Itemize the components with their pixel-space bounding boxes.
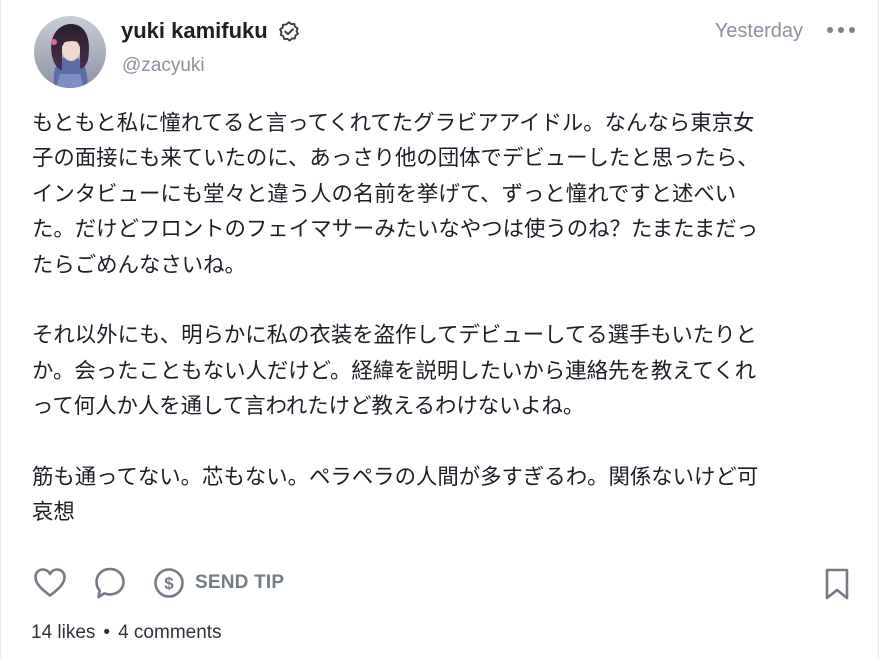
like-button[interactable]: [33, 567, 67, 599]
bookmark-icon: [825, 568, 849, 600]
author-handle[interactable]: @zacyuki: [122, 54, 205, 78]
post-text-line: 哀想: [32, 500, 75, 526]
verified-badge-icon: [279, 21, 299, 42]
comment-bubble-icon: [95, 567, 125, 599]
svg-text:$: $: [164, 574, 174, 593]
post-text-line: もともと私に憧れてると言ってくれてたグラビアアイドル。なんなら東京女: [32, 111, 755, 136]
heart-icon: [34, 568, 66, 597]
post-text-line: 子の面接にも来ていたのに、あっさり他の団体でデビューしたと思ったら、: [32, 146, 759, 172]
avatar[interactable]: [34, 16, 106, 88]
post-timestamp: Yesterday: [714, 20, 803, 42]
more-dots-icon[interactable]: [825, 23, 857, 37]
post-paragraph: もともと私に憧れてると言ってくれてたグラビアアイドル。なんなら東京女 子の面接に…: [32, 106, 862, 283]
post-paragraph: それ以外にも、明らかに私の衣装を盗作してデビューしてる選手もいたりと か。会った…: [32, 318, 862, 424]
post-text-line: た。だけどフロントのフェイマサーみたいなやつは使うのね？たまたまだっ: [32, 217, 758, 243]
stats-separator: •: [103, 622, 111, 643]
comment-button[interactable]: [93, 566, 127, 600]
post-text-line: 筋も通ってない。芯もない。ペラペラの人間が多すぎるわ。関係ないけど可: [32, 465, 759, 491]
post-text-line: か。会ったこともない人だけど。経緯を説明したいから連絡先を教えてくれ: [32, 358, 757, 384]
post-text-line: って何人か人を通して言われたけど教えるわけないよね。: [32, 394, 585, 420]
post-stats: 14 likes • 4 comments: [31, 621, 222, 645]
author-name[interactable]: yuki kamifuku: [121, 17, 268, 45]
post-text-line: たらごめんなさいね。: [32, 252, 246, 278]
bookmark-button[interactable]: [823, 567, 851, 601]
post-text-line: それ以外にも、明らかに私の衣装を盗作してデビューしてる選手もいたりと: [32, 323, 757, 349]
send-tip-button[interactable]: $ SEND TIP: [153, 565, 284, 601]
post-text-line: インタビューにも堂々と違う人の名前を挙げて、ずっと憧れですと述べい: [32, 181, 737, 207]
dollar-coin-icon: $: [154, 568, 184, 598]
send-tip-label: SEND TIP: [195, 572, 285, 593]
comments-count[interactable]: 4 comments: [118, 621, 221, 645]
likes-count[interactable]: 14 likes: [31, 621, 95, 645]
post-card: yuki kamifuku @zacyuki Yesterday もともと私に憧…: [0, 0, 879, 658]
avatar-photo: [34, 16, 106, 88]
post-paragraph: 筋も通ってない。芯もない。ペラペラの人間が多すぎるわ。関係ないけど可 哀想: [32, 460, 862, 531]
post-body: もともと私に憧れてると言ってくれてたグラビアアイドル。なんなら東京女 子の面接に…: [32, 106, 862, 531]
